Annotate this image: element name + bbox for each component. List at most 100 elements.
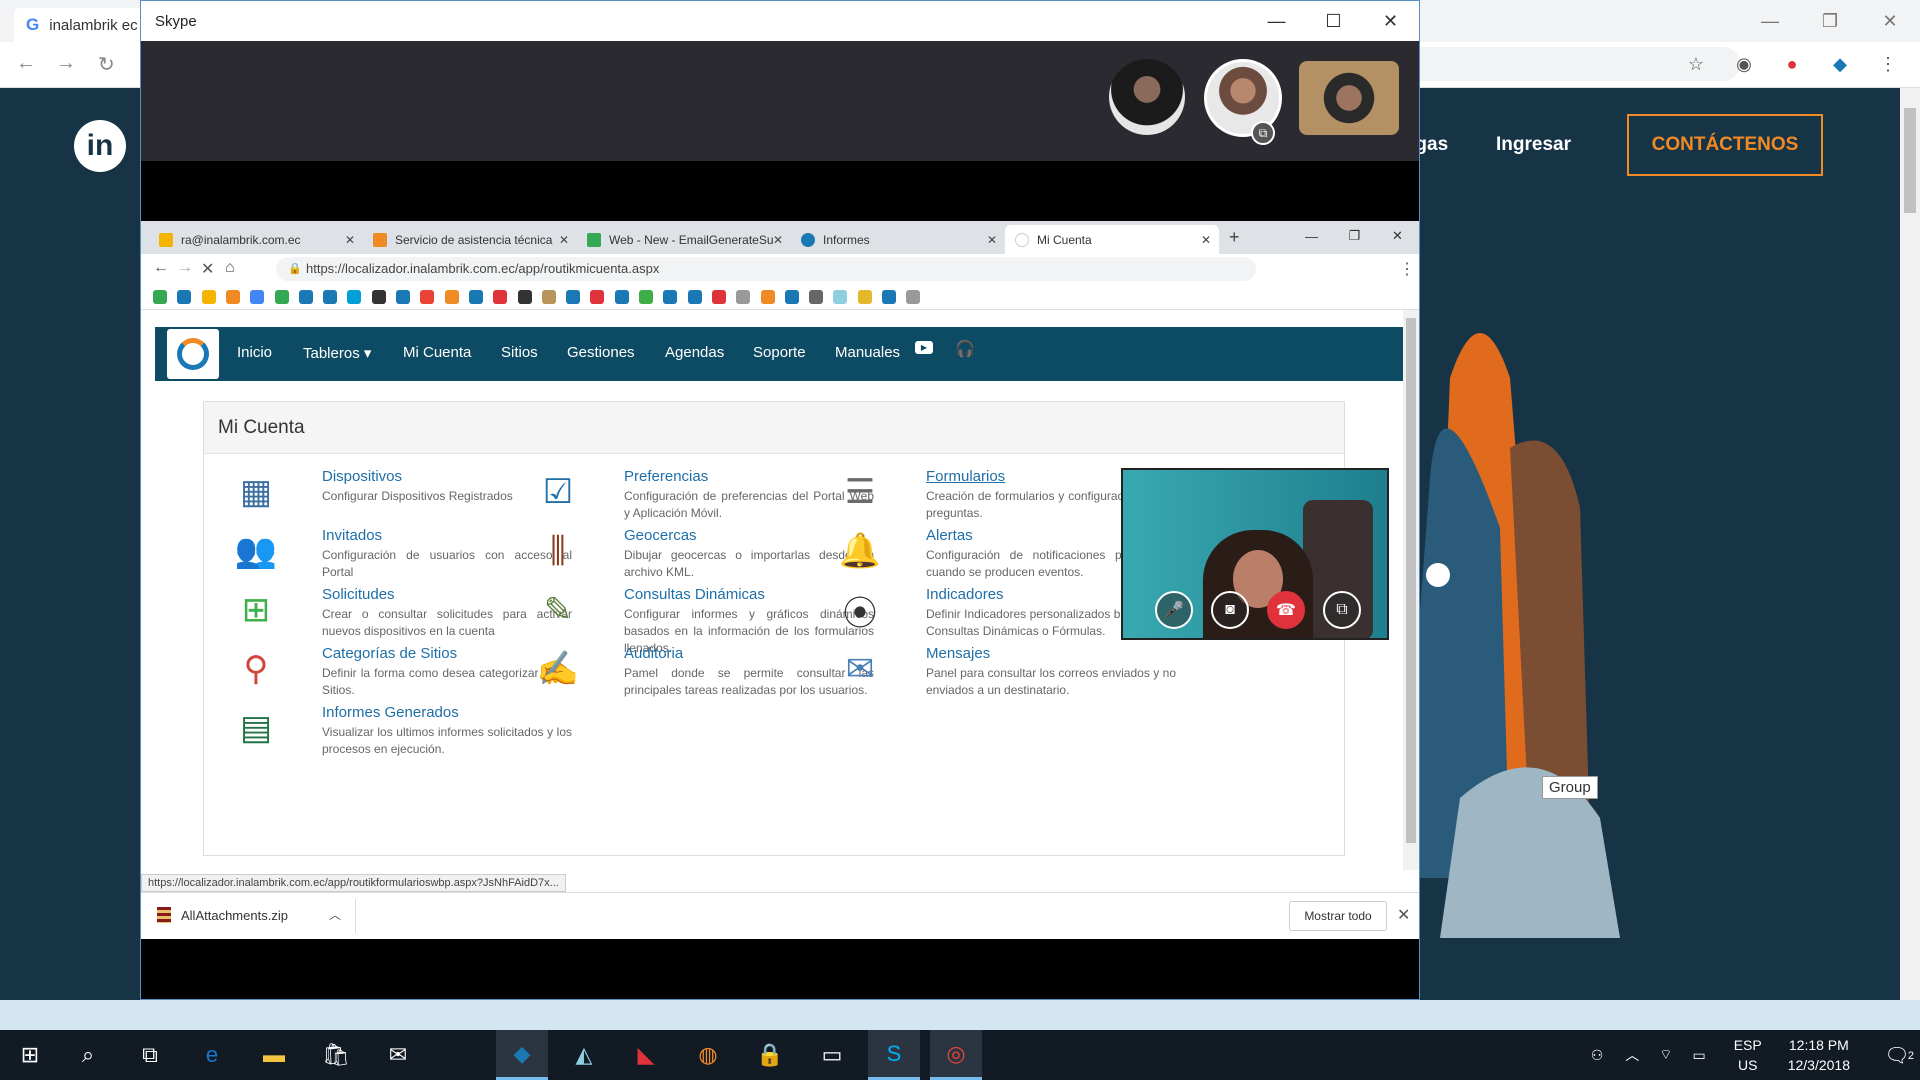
menu-inicio[interactable]: Inicio <box>237 344 272 361</box>
bookmark-icon[interactable] <box>444 290 459 304</box>
close-download-bar-icon[interactable]: ✕ <box>1397 905 1410 925</box>
bookmark-icon[interactable] <box>177 290 192 304</box>
skype-icon[interactable]: S <box>868 1030 920 1080</box>
download-item[interactable]: AllAttachments.zip <box>157 907 288 923</box>
bookmark-icon[interactable] <box>396 290 410 304</box>
account-item-title[interactable]: Formularios <box>926 468 1005 485</box>
mail-globe-icon[interactable]: ✉ <box>836 645 884 693</box>
battery-icon[interactable]: ▭ <box>1692 1047 1705 1064</box>
users-icon[interactable]: 👥 <box>232 527 280 575</box>
bookmark-icon[interactable] <box>784 290 799 304</box>
chevron-up-icon[interactable]: ︿ <box>1625 1045 1639 1065</box>
site-logo[interactable]: in <box>74 120 126 172</box>
fence-icon[interactable]: ⫼ <box>534 527 582 575</box>
video-call-overlay[interactable]: 🎤 ◙ ☎ ⧉ <box>1121 468 1389 640</box>
menu-dots-icon[interactable]: ⋮ <box>1399 259 1415 279</box>
account-item-title[interactable]: Dispositivos <box>322 468 402 485</box>
pdf-excel-icon[interactable]: ▤ <box>232 704 280 752</box>
bookmark-icon[interactable] <box>420 290 435 304</box>
stop-icon[interactable]: ✕ <box>201 259 214 279</box>
account-item-title[interactable]: Categorías de Sitios <box>322 645 457 662</box>
bookmark-icon[interactable] <box>614 290 629 304</box>
bookmark-icon[interactable] <box>541 290 556 304</box>
minimize-button[interactable]: — <box>1740 0 1800 42</box>
bookmark-icon[interactable] <box>493 290 508 304</box>
account-item-title[interactable]: Mensajes <box>926 645 990 662</box>
clock[interactable]: 12:18 PM 12/3/2018 <box>1788 1035 1850 1075</box>
mute-mic-button[interactable]: 🎤 <box>1155 591 1193 629</box>
inner-tab[interactable]: Informes ✕ <box>791 225 1005 254</box>
menu-gestiones[interactable]: Gestiones <box>567 344 635 361</box>
bookmark-icon[interactable] <box>857 290 872 304</box>
participant-avatar[interactable] <box>1109 59 1185 135</box>
restore-button[interactable]: ❐ <box>1800 0 1860 42</box>
checklist-icon[interactable]: ☑ <box>534 468 582 516</box>
account-item-title[interactable]: Indicadores <box>926 586 1004 603</box>
notepad-icon[interactable]: ✍ <box>534 645 582 693</box>
bookmark-icon[interactable] <box>323 290 338 304</box>
account-item-title[interactable]: Informes Generados <box>322 704 459 721</box>
account-item-title[interactable]: Auditoria <box>624 645 683 662</box>
search-icon[interactable]: ⌕ <box>62 1030 114 1080</box>
tab-close-icon[interactable]: ✕ <box>559 233 569 247</box>
bookmark-icon[interactable] <box>371 290 386 304</box>
menu-mi-cuenta[interactable]: Mi Cuenta <box>403 344 471 361</box>
menu-tableros[interactable]: Tableros ▾ <box>303 344 371 362</box>
bookmark-icon[interactable] <box>590 290 605 304</box>
extension-badge-icon[interactable]: ● <box>1778 50 1806 78</box>
compass-app-icon[interactable]: ◍ <box>682 1030 734 1080</box>
skype-minimize-button[interactable]: — <box>1248 1 1305 41</box>
bookmark-icon[interactable] <box>274 290 289 304</box>
bookmark-icon[interactable] <box>225 290 240 304</box>
bookmark-icon[interactable] <box>833 290 848 304</box>
account-item-title[interactable]: Preferencias <box>624 468 708 485</box>
menu-soporte[interactable]: Soporte <box>753 344 806 361</box>
menu-manuales[interactable]: Manuales <box>835 344 900 361</box>
forward-icon[interactable]: → <box>177 259 193 277</box>
back-icon[interactable]: ← <box>16 52 36 75</box>
tablet-icon[interactable]: ▦ <box>232 468 280 516</box>
inner-tab[interactable]: ra@inalambrik.com.ec ✕ <box>149 225 363 254</box>
participant-video[interactable] <box>1299 61 1399 135</box>
bookmark-icon[interactable] <box>687 290 702 304</box>
sourcetree-icon[interactable]: ◆ <box>496 1030 548 1080</box>
show-all-button[interactable]: Mostrar todo <box>1289 901 1387 931</box>
bookmark-icon[interactable] <box>906 290 921 304</box>
close-button[interactable]: ✕ <box>1860 0 1920 42</box>
home-icon[interactable]: ⌂ <box>225 259 235 277</box>
pencil-chart-icon[interactable]: ✎ <box>534 586 582 634</box>
account-item-title[interactable]: Invitados <box>322 527 382 544</box>
youtube-icon[interactable]: ▶ <box>915 341 933 354</box>
skype-close-button[interactable]: ✕ <box>1362 1 1419 41</box>
headset-icon[interactable]: 🎧 <box>955 339 975 359</box>
account-item-title[interactable]: Geocercas <box>624 527 697 544</box>
bookmark-icon[interactable] <box>468 290 483 304</box>
bookmark-icon[interactable] <box>566 290 581 304</box>
mail-icon[interactable]: ✉ <box>372 1030 424 1080</box>
forward-icon[interactable]: → <box>56 52 76 75</box>
store-icon[interactable]: 🛍 <box>310 1030 362 1080</box>
input-language[interactable]: ESP US <box>1734 1035 1762 1075</box>
menu-dots-icon[interactable]: ⋮ <box>1874 50 1902 78</box>
back-icon[interactable]: ← <box>153 259 169 277</box>
account-item-title[interactable]: Alertas <box>926 527 973 544</box>
inner-tab[interactable]: Web - New - EmailGenerateSu ✕ <box>577 225 791 254</box>
menu-agendas[interactable]: Agendas <box>665 344 724 361</box>
bookmark-icon[interactable] <box>298 290 313 304</box>
pins-icon[interactable]: ⚲ <box>232 645 280 693</box>
bookmark-icon[interactable] <box>639 290 653 304</box>
menu-sitios[interactable]: Sitios <box>501 344 538 361</box>
contact-button[interactable]: CONTÁCTENOS <box>1627 114 1823 176</box>
account-item-title[interactable]: Solicitudes <box>322 586 395 603</box>
inner-minimize-button[interactable]: — <box>1290 221 1333 251</box>
inner-restore-button[interactable]: ❐ <box>1333 221 1376 251</box>
bookmark-icon[interactable] <box>517 290 532 304</box>
tab-close-icon[interactable]: ✕ <box>773 233 783 247</box>
inner-tab[interactable]: Servicio de asistencia técnica ✕ <box>363 225 577 254</box>
traffic-light-icon[interactable]: ⦿ <box>836 586 884 634</box>
bookmark-icon[interactable] <box>663 290 678 304</box>
bookmark-icon[interactable] <box>736 290 751 304</box>
inner-close-button[interactable]: ✕ <box>1376 221 1419 251</box>
new-tab-icon[interactable]: + <box>1229 227 1240 248</box>
inner-address-bar[interactable]: 🔒 https://localizador.inalambrik.com.ec/… <box>276 257 1256 281</box>
